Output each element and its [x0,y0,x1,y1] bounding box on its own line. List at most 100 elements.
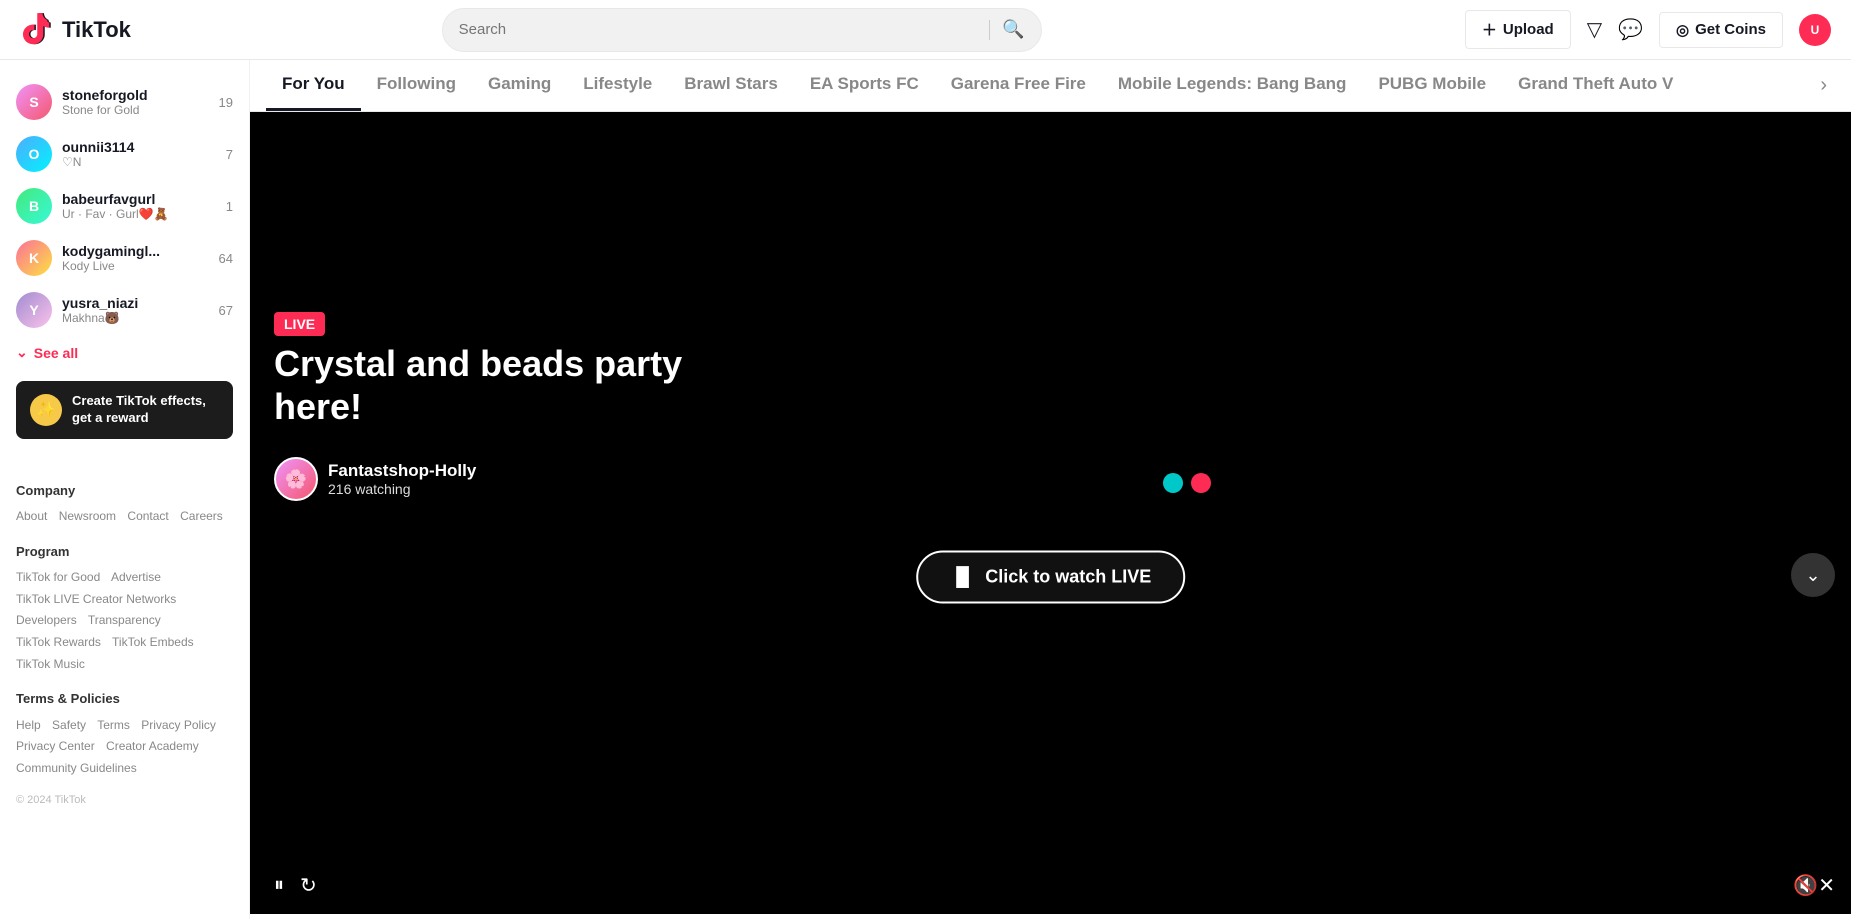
advertise-link[interactable]: Advertise [111,570,161,584]
streamer-info: 🌸 Fantastshop-Holly 216 watching [274,457,476,501]
bars-icon: ▐▌ [950,567,976,588]
refresh-button[interactable]: ↻ [300,873,317,898]
developers-link[interactable]: Developers [16,613,77,627]
company-links: About Newsroom Contact Careers [16,506,233,528]
count-yusra-niazi: 67 [219,303,233,318]
video-title: Crystal and beads party here! [274,342,774,428]
chevron-down-button[interactable]: ⌄ [1791,553,1835,597]
sidebar-item-stoneforgold[interactable]: S stoneforgold Stone for Gold 19 [0,76,249,128]
search-bar: 🔍 [442,8,1042,52]
tab-gaming[interactable]: Gaming [472,60,567,111]
message-button[interactable]: 💬 [1618,17,1643,42]
count-babeurfavgurl: 1 [226,199,233,214]
see-all-label: See all [34,345,78,361]
sidebar-item-kodygamingl[interactable]: K kodygamingl... Kody Live 64 [0,232,249,284]
username-stoneforgold: stoneforgold [62,87,209,103]
tab-following[interactable]: Following [361,60,472,111]
streamer-avatar: 🌸 [274,457,318,501]
live-badge: LIVE [274,312,325,336]
tiktok-logo-icon [20,12,56,48]
create-effects-banner[interactable]: ✨ Create TikTok effects, get a reward [16,381,233,439]
tabs-next-arrow[interactable]: › [1812,66,1835,105]
username-ounnii3114: ounnii3114 [62,139,216,155]
program-title: Program [16,540,233,563]
terms-links: Help Safety Terms Privacy Policy Privacy… [16,715,233,780]
main-layout: S stoneforgold Stone for Gold 19 O ounni… [0,60,1851,919]
avatar-kodygamingl: K [16,240,52,276]
tab-lifestyle[interactable]: Lifestyle [567,60,668,111]
transparency-link[interactable]: Transparency [88,613,161,627]
username-babeurfavgurl: babeurfavgurl [62,191,216,207]
plus-icon: ＋ [1482,19,1497,40]
watching-count: 216 watching [328,481,476,497]
creator-academy-link[interactable]: Creator Academy [106,739,199,753]
sidebar-item-babeurfavgurl[interactable]: B babeurfavgurl Ur · Fav · Gurl❤️🧸 1 [0,180,249,232]
watch-live-label: Click to watch LIVE [985,567,1151,588]
handle-kodygamingl: Kody Live [62,259,209,273]
tiktok-rewards-link[interactable]: TikTok Rewards [16,635,101,649]
upload-button[interactable]: ＋ Upload [1465,10,1571,49]
contact-link[interactable]: Contact [127,509,168,523]
community-guidelines-link[interactable]: Community Guidelines [16,761,137,775]
tiktok-embeds-link[interactable]: TikTok Embeds [112,635,194,649]
avatar-stoneforgold: S [16,84,52,120]
inbox-button[interactable]: ▽ [1587,17,1602,42]
dot-cyan [1163,473,1183,493]
sidebar-item-ounnii3114[interactable]: O ounnii3114 ♡N 7 [0,128,249,180]
logo-area[interactable]: TikTok [20,12,220,48]
upload-label: Upload [1503,21,1554,38]
effects-text: Create TikTok effects, get a reward [72,393,219,427]
see-all-button[interactable]: ⌄ See all [0,336,94,369]
sidebar-item-yusra-niazi[interactable]: Y yusra_niazi Makhna🐻 67 [0,284,249,336]
mute-button[interactable]: 🔇✕ [1793,873,1835,898]
tab-grand-theft-auto[interactable]: Grand Theft Auto V [1502,60,1689,111]
sidebar-footer: Company About Newsroom Contact Careers P… [0,451,249,827]
avatar-yusra-niazi: Y [16,292,52,328]
username-kodygamingl: kodygamingl... [62,243,209,259]
search-divider [989,20,990,40]
privacy-policy-link[interactable]: Privacy Policy [141,718,216,732]
safety-link[interactable]: Safety [52,718,86,732]
count-kodygamingl: 64 [219,251,233,266]
privacy-center-link[interactable]: Privacy Center [16,739,95,753]
newsroom-link[interactable]: Newsroom [59,509,116,523]
header: TikTok 🔍 ＋ Upload ▽ 💬 ◎ Get Coins U [0,0,1851,60]
content-area: For You Following Gaming Lifestyle Brawl… [250,60,1851,919]
dots-area [1163,473,1211,493]
tiktok-music-link[interactable]: TikTok Music [16,657,85,671]
coins-icon: ◎ [1676,21,1689,39]
help-link[interactable]: Help [16,718,41,732]
tab-mobile-legends[interactable]: Mobile Legends: Bang Bang [1102,60,1363,111]
get-coins-button[interactable]: ◎ Get Coins [1659,12,1783,48]
tab-ea-sports-fc[interactable]: EA Sports FC [794,60,935,111]
search-button[interactable]: 🔍 [1002,19,1024,40]
watch-live-button[interactable]: ▐▌ Click to watch LIVE [916,551,1186,604]
about-link[interactable]: About [16,509,47,523]
video-controls: ⏸ ↻ [274,873,317,898]
tab-brawl-stars[interactable]: Brawl Stars [668,60,794,111]
tab-pubg-mobile[interactable]: PUBG Mobile [1362,60,1502,111]
terms-link[interactable]: Terms [97,718,130,732]
tab-for-you[interactable]: For You [266,60,361,111]
handle-stoneforgold: Stone for Gold [62,103,209,117]
user-avatar[interactable]: U [1799,14,1831,46]
get-coins-label: Get Coins [1695,21,1766,38]
copyright-text: © 2024 TikTok [16,791,233,811]
handle-ounnii3114: ♡N [62,155,216,169]
tiktok-for-good-link[interactable]: TikTok for Good [16,570,100,584]
tab-garena-free-fire[interactable]: Garena Free Fire [935,60,1102,111]
count-ounnii3114: 7 [226,147,233,162]
live-creator-networks-link[interactable]: TikTok LIVE Creator Networks [16,592,176,606]
streamer-name: Fantastshop-Holly [328,461,476,481]
username-yusra-niazi: yusra_niazi [62,295,209,311]
dot-pink [1191,473,1211,493]
program-links: TikTok for Good Advertise TikTok LIVE Cr… [16,567,233,675]
pause-button[interactable]: ⏸ [274,874,284,897]
chevron-down-icon: ⌄ [16,344,28,361]
header-right: ＋ Upload ▽ 💬 ◎ Get Coins U [1465,10,1831,49]
search-input[interactable] [459,21,978,38]
careers-link[interactable]: Careers [180,509,223,523]
sidebar: S stoneforgold Stone for Gold 19 O ounni… [0,60,250,919]
effects-icon: ✨ [30,394,62,426]
avatar-babeurfavgurl: B [16,188,52,224]
